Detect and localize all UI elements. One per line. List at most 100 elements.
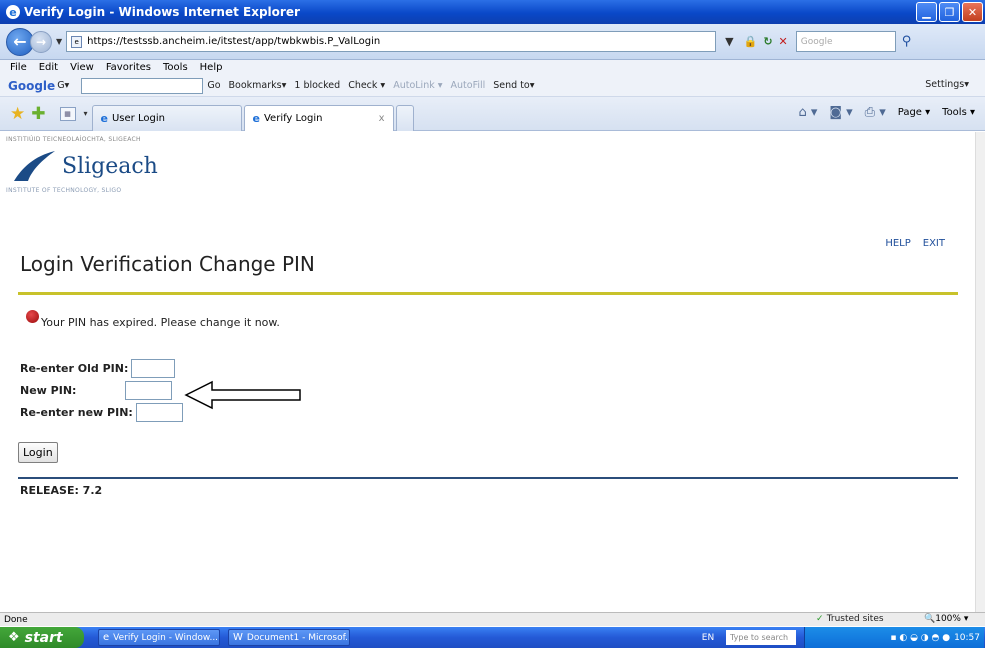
zoom-control[interactable]: 🔍100% ▾ — [924, 614, 968, 624]
menu-bar: File Edit View Favorites Tools Help — [0, 60, 985, 75]
maximize-button[interactable]: ❐ — [939, 2, 960, 22]
logo-irish-caption: INSTITIÚID TEICNEOLAÍOCHTA, SLIGEACH — [6, 136, 141, 143]
spellcheck-button[interactable]: Check ▾ — [348, 80, 385, 91]
taskbar-item-label: Verify Login - Window... — [113, 632, 219, 643]
zone-label: Trusted sites — [826, 614, 884, 624]
browser-window: e Verify Login - Windows Internet Explor… — [0, 0, 985, 648]
page-title: Login Verification Change PIN — [20, 252, 315, 276]
search-input[interactable]: Google — [795, 31, 896, 52]
tab-list-dropdown-icon[interactable]: ▾ — [84, 109, 88, 118]
google-go-button[interactable]: Go — [207, 80, 220, 91]
google-settings-button[interactable]: Settings▾ — [925, 79, 969, 90]
tab-verify-login[interactable]: e Verify Login x — [243, 104, 394, 131]
start-button[interactable]: ❖ start — [0, 627, 84, 648]
url-field[interactable]: e https://testssb.ancheim.ie/itstest/app… — [66, 31, 717, 52]
popup-blocked-button[interactable]: 1 blocked — [294, 80, 340, 91]
security-zone[interactable]: ✓ Trusted sites — [816, 614, 884, 624]
error-text: Your PIN has expired. Please change it n… — [41, 316, 280, 329]
tab-row: ★ ✚ ▦ ▾ e User Login e Verify Login x ⌂ … — [0, 97, 985, 131]
system-tray: EN Type to search ▪ ◐ ◒ ◑ ◓ ● 10:57 — [690, 627, 984, 648]
google-menu-icon[interactable]: G▾ — [57, 80, 69, 91]
status-bar: Done ✓ Trusted sites 🔍100% ▾ — [0, 612, 985, 626]
confirm-pin-input[interactable] — [135, 402, 183, 422]
close-button[interactable]: ✕ — [962, 2, 983, 22]
page-menu-button[interactable]: Page ▾ — [898, 107, 930, 118]
taskbar: ❖ start e Verify Login - Window... W Doc… — [0, 627, 985, 648]
stop-icon[interactable]: ✕ — [779, 35, 788, 48]
ie-tab-icon: e — [252, 111, 260, 125]
taskbar-item-word[interactable]: W Document1 - Microsof... — [228, 629, 350, 646]
minimize-button[interactable]: ▁ — [916, 2, 937, 22]
home-icon[interactable]: ⌂ ▾ — [798, 105, 817, 120]
google-bookmarks-button[interactable]: Bookmarks▾ — [229, 80, 287, 91]
check-icon: ✓ — [816, 614, 827, 624]
ie-tab-icon: e — [100, 111, 108, 125]
feeds-icon[interactable]: ◙ ▾ — [829, 105, 852, 120]
tab-user-login[interactable]: e User Login — [91, 104, 242, 131]
page-content: INSTITIÚID TEICNEOLAÍOCHTA, SLIGEACH Sli… — [0, 132, 975, 612]
status-text: Done — [4, 614, 28, 625]
title-bar: e Verify Login - Windows Internet Explor… — [0, 0, 985, 24]
tray-icons: ▪ ◐ ◒ ◑ ◓ ● 10:57 — [804, 627, 984, 648]
autofill-button[interactable]: AutoFill — [451, 80, 486, 91]
url-dropdown-icon[interactable]: ▼ — [725, 35, 733, 48]
desktop-search-input[interactable]: Type to search — [726, 630, 796, 645]
tray-status-icons[interactable]: ▪ ◐ ◒ ◑ ◓ ● — [890, 633, 950, 643]
taskbar-item-label: Document1 - Microsof... — [246, 632, 350, 643]
word-icon: W — [233, 632, 243, 643]
release-label: RELEASE: 7.2 — [20, 484, 103, 497]
login-button[interactable]: Login — [18, 442, 58, 463]
taskbar-item-ie[interactable]: e Verify Login - Window... — [98, 629, 220, 646]
search-icon[interactable]: ⚲ — [902, 34, 912, 49]
menu-help[interactable]: Help — [200, 62, 223, 73]
start-label: start — [24, 629, 63, 646]
help-link[interactable]: HELP — [885, 238, 910, 249]
forward-button[interactable]: → — [30, 30, 52, 53]
window-title: Verify Login - Windows Internet Explorer — [24, 5, 300, 19]
tab-label: User Login — [111, 112, 165, 124]
desktop-search-placeholder: Type to search — [730, 633, 789, 642]
address-bar: ← → ▼ e https://testssb.ancheim.ie/itste… — [0, 24, 985, 60]
language-indicator[interactable]: EN — [690, 633, 726, 643]
menu-favorites[interactable]: Favorites — [106, 62, 151, 73]
lock-icon[interactable]: 🔒 — [744, 35, 758, 48]
google-search-box[interactable] — [81, 77, 204, 94]
vertical-scrollbar[interactable] — [975, 132, 985, 612]
print-icon[interactable]: ⎙ ▾ — [865, 105, 886, 120]
new-pin-label: New PIN: — [20, 383, 77, 397]
old-pin-input[interactable] — [131, 358, 176, 378]
autolink-button[interactable]: AutoLink ▾ — [393, 80, 442, 91]
error-icon — [26, 310, 39, 323]
new-pin-input[interactable] — [125, 380, 173, 400]
page-icon: e — [71, 35, 83, 48]
logo-text: Sligeach — [62, 154, 158, 179]
tab-label: Verify Login — [263, 112, 323, 124]
zoom-label: 100% — [935, 614, 961, 624]
error-message: Your PIN has expired. Please change it n… — [26, 310, 280, 329]
exit-link[interactable]: EXIT — [923, 238, 945, 249]
search-placeholder: Google — [800, 36, 833, 47]
logo-english-caption: INSTITUTE OF TECHNOLOGY, SLIGO — [6, 187, 122, 194]
confirm-pin-label: Re-enter new PIN: — [20, 405, 133, 419]
history-dropdown-icon[interactable]: ▼ — [56, 37, 62, 46]
old-pin-label: Re-enter Old PIN: — [20, 361, 129, 375]
clock: 10:57 — [954, 632, 980, 643]
quick-tabs-icon[interactable]: ▦ — [59, 106, 76, 121]
google-toolbar: Google G▾ Go Bookmarks▾ 1 blocked Check … — [0, 75, 985, 97]
tools-menu-button[interactable]: Tools ▾ — [942, 107, 975, 118]
add-favorites-icon[interactable]: ✚ — [31, 104, 45, 124]
refresh-icon[interactable]: ↻ — [763, 35, 772, 48]
institute-logo-icon — [14, 151, 55, 181]
favorites-star-icon[interactable]: ★ — [10, 104, 25, 124]
close-tab-icon[interactable]: x — [379, 113, 385, 124]
menu-file[interactable]: File — [10, 62, 27, 73]
footer-divider — [18, 477, 958, 479]
menu-tools[interactable]: Tools — [163, 62, 188, 73]
send-to-button[interactable]: Send to▾ — [493, 80, 534, 91]
menu-edit[interactable]: Edit — [39, 62, 58, 73]
ie-icon: e — [103, 632, 110, 643]
windows-flag-icon: ❖ — [8, 630, 20, 645]
menu-view[interactable]: View — [70, 62, 94, 73]
ie-icon: e — [6, 5, 20, 19]
new-tab-button[interactable] — [395, 104, 414, 131]
